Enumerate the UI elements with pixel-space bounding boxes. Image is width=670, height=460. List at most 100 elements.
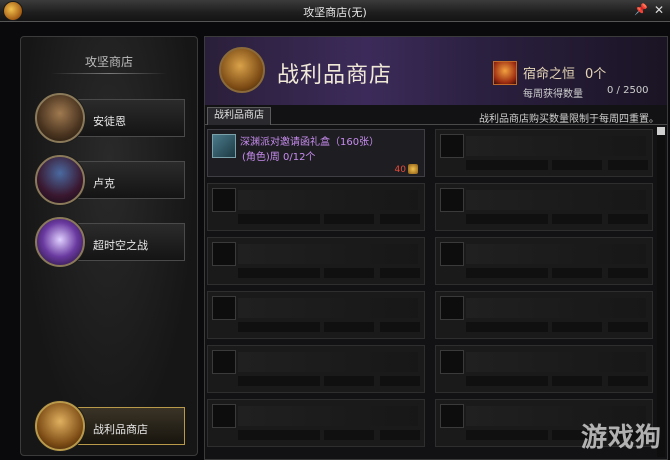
item-bar xyxy=(552,376,602,386)
npc-label: 安徒恩 xyxy=(93,115,126,128)
item-shade xyxy=(466,136,646,156)
item-shade xyxy=(238,406,418,426)
npc-item-time-rift[interactable]: 超时空之战 xyxy=(35,217,187,267)
scrollbar[interactable] xyxy=(657,127,665,457)
item-bar xyxy=(466,376,548,386)
item-slot-icon xyxy=(212,134,236,158)
empty-item-slot[interactable] xyxy=(207,183,425,231)
npc-label: 卢克 xyxy=(93,177,115,190)
item-bar xyxy=(380,268,420,278)
item-bar xyxy=(380,214,420,224)
item-shade xyxy=(238,244,418,264)
item-bar xyxy=(380,322,420,332)
item-bar xyxy=(324,214,374,224)
item-slot-icon xyxy=(212,350,236,374)
empty-item-slot[interactable] xyxy=(207,291,425,339)
item-limit: (角色)周 0/12个 xyxy=(242,152,316,163)
item-shade xyxy=(238,190,418,210)
item-shade xyxy=(466,244,646,264)
item-slot-icon xyxy=(440,296,464,320)
item-bar xyxy=(608,322,648,332)
item-bar xyxy=(324,268,374,278)
item-bar xyxy=(608,268,648,278)
item-slot-icon xyxy=(212,188,236,212)
item-bar xyxy=(238,376,320,386)
tab-row: 战利品商店 战利品商店购买数量限制于每周四重置。 xyxy=(205,107,667,125)
item-bar xyxy=(608,376,648,386)
site-watermark: 游戏狗 xyxy=(580,423,662,453)
loot-bag-icon xyxy=(35,401,85,451)
item-bar xyxy=(552,214,602,224)
item-shade xyxy=(466,352,646,372)
antoine-portrait-icon xyxy=(35,93,85,143)
item-bar xyxy=(238,268,320,278)
item-shade xyxy=(238,352,418,372)
item-bar xyxy=(608,160,648,170)
item-bar xyxy=(324,430,374,440)
heading-divider xyxy=(51,73,167,74)
item-name: 深渊派对邀请函礼盒（160张） xyxy=(240,137,380,148)
empty-item-slot[interactable] xyxy=(207,237,425,285)
npc-item-luke[interactable]: 卢克 xyxy=(35,155,187,205)
shop-title: 战利品商店 xyxy=(277,63,393,88)
empty-item-slot[interactable] xyxy=(435,129,653,177)
item-shade xyxy=(238,298,418,318)
item-shade xyxy=(466,190,646,210)
currency-name: 宿命之恒 xyxy=(523,67,576,82)
empty-item-slot[interactable] xyxy=(207,399,425,447)
item-price: 40 xyxy=(394,165,406,175)
item-slot-icon xyxy=(212,242,236,266)
item-bar xyxy=(608,214,648,224)
time-rift-portrait-icon xyxy=(35,217,85,267)
item-bar xyxy=(380,376,420,386)
item-shade xyxy=(466,298,646,318)
item-slot-icon xyxy=(440,188,464,212)
close-icon[interactable]: ✕ xyxy=(652,3,666,17)
loot-shop-button[interactable]: 战利品商店 xyxy=(35,401,187,451)
item-slot-icon xyxy=(440,242,464,266)
item-bar xyxy=(466,214,548,224)
shop-panel: 战利品商店 宿命之恒 0个 每周获得数量 0 / 2500 战利品商店 战利品商… xyxy=(204,36,668,460)
item-bar xyxy=(324,322,374,332)
pin-icon[interactable]: 📌 xyxy=(634,3,648,17)
empty-item-slot[interactable] xyxy=(435,291,653,339)
item-bar xyxy=(238,322,320,332)
currency-count: 0个 xyxy=(585,67,607,82)
item-bar xyxy=(324,376,374,386)
empty-item-slot[interactable] xyxy=(435,345,653,393)
window-titlebar: 攻坚商店(无) 📌 ✕ xyxy=(0,0,670,22)
npc-panel-heading: 攻坚商店 xyxy=(84,55,133,69)
tab-loot-shop[interactable]: 战利品商店 xyxy=(207,107,271,125)
shop-banner: 战利品商店 宿命之恒 0个 每周获得数量 0 / 2500 xyxy=(205,37,667,105)
destiny-currency-icon xyxy=(493,61,517,85)
scroll-up-icon[interactable] xyxy=(657,127,665,135)
reset-notice: 战利品商店购买数量限制于每周四重置。 xyxy=(479,114,659,125)
item-slot-icon xyxy=(440,350,464,374)
npc-label: 战利品商店 xyxy=(93,423,148,436)
loot-bag-icon xyxy=(219,47,265,93)
item-slot-icon xyxy=(440,404,464,428)
empty-item-slot[interactable] xyxy=(207,345,425,393)
item-bar xyxy=(466,160,548,170)
item-bar xyxy=(238,214,320,224)
item-slot-icon xyxy=(440,134,464,158)
item-bar xyxy=(466,430,548,440)
empty-item-slot[interactable] xyxy=(435,183,653,231)
weekly-value: 0 / 2500 xyxy=(607,85,649,96)
item-bar xyxy=(552,322,602,332)
window-title: 攻坚商店(无) xyxy=(303,6,367,19)
item-bar xyxy=(552,268,602,278)
weekly-label: 每周获得数量 xyxy=(523,89,583,100)
item-bar xyxy=(238,430,320,440)
item-bar xyxy=(466,322,548,332)
npc-item-antoine[interactable]: 安徒恩 xyxy=(35,93,187,143)
npc-label: 超时空之战 xyxy=(93,239,148,252)
price-currency-icon xyxy=(408,164,418,174)
item-slot-icon xyxy=(212,296,236,320)
empty-item-slot[interactable] xyxy=(435,237,653,285)
luke-portrait-icon xyxy=(35,155,85,205)
item-bar xyxy=(380,430,420,440)
shop-item[interactable]: 深渊派对邀请函礼盒（160张） (角色)周 0/12个 40 xyxy=(207,129,425,177)
item-bar xyxy=(466,268,548,278)
npc-panel: 攻坚商店 安徒恩 卢克 超时空之战 战利品商店 xyxy=(20,36,198,456)
